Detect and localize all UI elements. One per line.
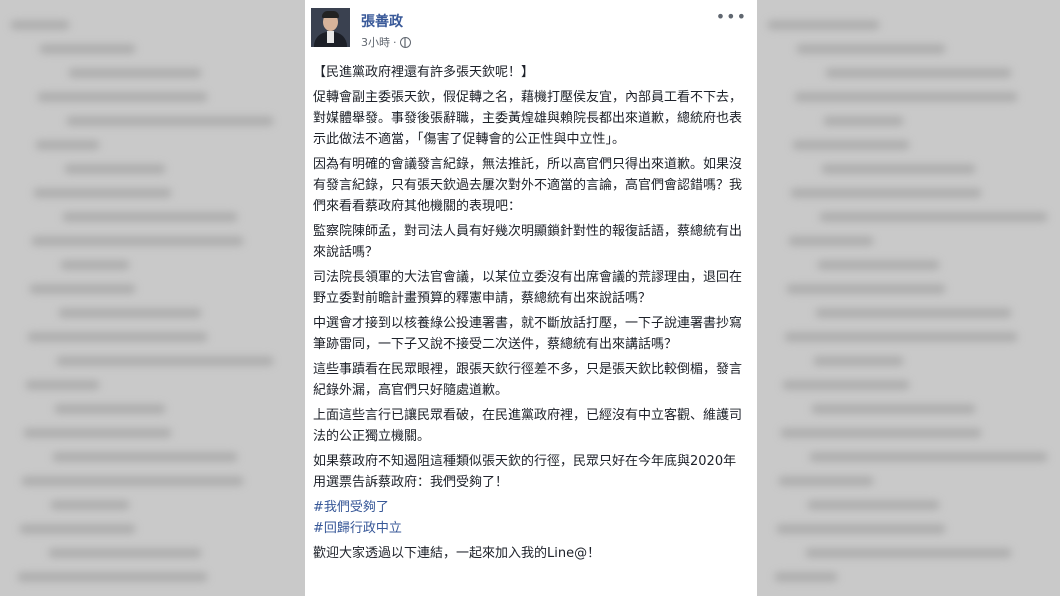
blurred-text-line	[29, 284, 136, 294]
blurred-text-line	[21, 476, 244, 486]
blurred-text-line	[58, 308, 202, 318]
blurred-text-line	[780, 428, 982, 438]
blurred-text-line	[52, 452, 238, 462]
blurred-text-line	[782, 380, 910, 390]
blurred-text-line	[825, 68, 1012, 78]
blurred-text-line	[813, 356, 904, 366]
blurred-text-line	[50, 500, 130, 510]
blurred-text-line	[37, 92, 208, 102]
blurred-text-line	[66, 116, 274, 126]
blurred-text-line	[64, 164, 166, 174]
blurred-text-line	[784, 332, 1018, 342]
blurred-text-line	[796, 44, 946, 54]
blurred-text-line	[819, 212, 1048, 222]
blurred-text-line	[56, 356, 274, 366]
blurred-text-line	[794, 92, 1018, 102]
blurred-text-line	[811, 404, 976, 414]
blurred-text-line	[774, 572, 838, 582]
blurred-text-line	[817, 260, 940, 270]
globe-icon[interactable]	[399, 36, 411, 48]
post-paragraph: 中選會才接到以核養綠公投連署書，就不斷放話打壓，一下子說連署書抄寫筆跡雷同，一下…	[313, 316, 743, 352]
blurred-text-line	[807, 500, 940, 510]
blurred-text-line	[68, 68, 202, 78]
blurred-text-line	[815, 308, 1012, 318]
blurred-background-left	[0, 0, 305, 596]
blurred-text-line	[35, 140, 100, 150]
blurred-text-line	[10, 20, 70, 30]
hashtag-list: #我們受夠了 #回歸行政中立	[313, 497, 749, 539]
blurred-text-line	[786, 284, 946, 294]
blurred-text-line	[17, 572, 208, 582]
hashtag-link[interactable]: #我們受夠了	[313, 497, 749, 518]
blurred-text-line	[60, 260, 130, 270]
blurred-text-line	[27, 332, 208, 342]
blurred-text-line	[19, 524, 136, 534]
blurred-text-line	[809, 452, 1048, 462]
blurred-text-line	[23, 428, 172, 438]
post-paragraph: 司法院長領軍的大法官會議，以某位立委沒有出席會議的荒謬理由，退回在野立委對前瞻計…	[313, 270, 743, 306]
post-body: 【民進黨政府裡還有許多張天欽呢！】 促轉會副主委張天欽，假促轉之名，藉機打壓侯友…	[313, 62, 749, 568]
blurred-text-line	[33, 188, 172, 198]
post-paragraph: 促轉會副主委張天欽，假促轉之名，藉機打壓侯友宜，內部員工看不下去，對媒體舉發。事…	[313, 90, 743, 147]
blurred-text-line	[776, 524, 946, 534]
blurred-text-line	[767, 20, 880, 30]
blurred-text-line	[31, 236, 244, 246]
blurred-background-right	[757, 0, 1060, 596]
blurred-text-line	[62, 212, 238, 222]
post-time[interactable]: 3小時	[361, 34, 390, 50]
avatar[interactable]	[311, 8, 350, 47]
post-paragraph: 監察院陳師孟，對司法人員有好幾次明顯鎖針對性的報復話語，蔡總統有出來說話嗎？	[313, 224, 743, 260]
blurred-text-line	[790, 188, 982, 198]
post-paragraph: 上面這些言行已讓民眾看破，在民進黨政府裡，已經沒有中立客觀、維護司法的公正獨立機…	[313, 408, 743, 444]
blurred-text-line	[805, 548, 1012, 558]
facebook-post-card: 張善政 3小時 · ••• 【民進黨政府裡還有許多張天欽呢！】 促轉會副主委張天…	[305, 0, 757, 596]
post-title: 【民進黨政府裡還有許多張天欽呢！】	[313, 65, 535, 80]
blurred-text-line	[48, 548, 202, 558]
post-paragraph: 如果蔡政府不知遏阻這種類似張天欽的行徑，民眾只好在今年底與2020年用選票告訴蔡…	[313, 454, 737, 490]
post-header: 張善政 3小時 · •••	[305, 0, 757, 56]
meta-separator: ·	[393, 35, 397, 49]
blurred-text-line	[788, 236, 874, 246]
post-paragraph: 因為有明確的會議發言紀錄，無法推託，所以高官們只得出來道歉。如果沒有發言紀錄，只…	[313, 157, 743, 214]
blurred-text-line	[778, 476, 874, 486]
blurred-text-line	[54, 404, 166, 414]
author-name[interactable]: 張善政	[361, 11, 403, 31]
blurred-text-line	[792, 140, 910, 150]
hashtag-link[interactable]: #回歸行政中立	[313, 518, 749, 539]
more-options-icon[interactable]: •••	[716, 9, 747, 25]
post-paragraph: 這些事蹟看在民眾眼裡，跟張天欽行徑差不多，只是張天欽比較倒楣，發言紀錄外漏，高官…	[313, 362, 743, 398]
blurred-text-line	[823, 116, 904, 126]
blurred-text-line	[39, 44, 136, 54]
blurred-text-line	[25, 380, 100, 390]
post-closing: 歡迎大家透過以下連結，一起來加入我的Line@！	[313, 546, 601, 561]
blurred-text-line	[821, 164, 976, 174]
post-meta: 3小時 ·	[361, 34, 411, 50]
